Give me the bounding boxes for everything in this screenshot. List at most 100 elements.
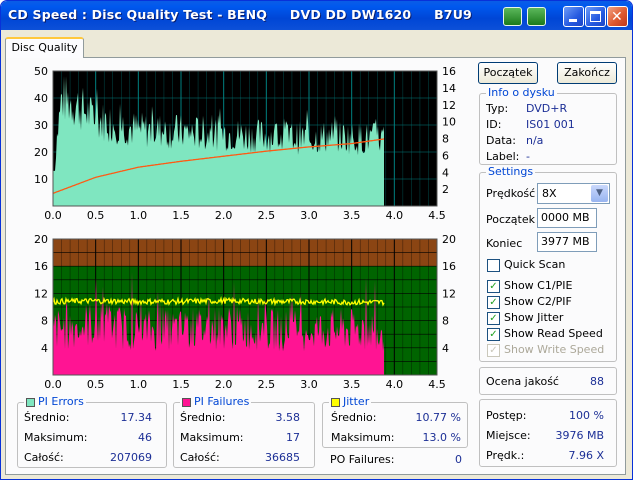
y-tick-label-right: 20 [442, 233, 456, 246]
pi-errors-max-label: Maksimum: [24, 431, 88, 444]
y-tick-label-left: 4 [41, 342, 48, 355]
close-button[interactable]: ✕ [607, 6, 628, 27]
start-mb-label: Początek [486, 213, 535, 226]
y-tick-label-left: 8 [41, 315, 48, 328]
y-tick-label-right: 12 [442, 99, 456, 112]
pi-failures-max-value: 17 [286, 431, 300, 444]
save-icon[interactable] [527, 7, 546, 26]
x-tick-label: 0.0 [44, 378, 62, 391]
disc-id-label: ID: [486, 118, 502, 131]
disc-id-value: IS01 001 [526, 118, 575, 131]
y-tick-label-left: 10 [34, 173, 48, 186]
end-mb-input[interactable]: 3977 MB [537, 232, 597, 252]
pi-failures-avg-value: 3.58 [275, 411, 301, 424]
x-tick-label: 3.0 [300, 378, 318, 391]
y-tick-label-left: 30 [34, 119, 48, 132]
title-bar[interactable]: CD Speed : Disc Quality Test - BENQ DVD … [1, 1, 632, 30]
pi-errors-group: PI Errors Średnio: 17.34 Maksimum: 46 Ca… [17, 395, 167, 468]
y-tick-label-right: 2 [442, 183, 449, 196]
end-mb-label: Koniec [486, 237, 523, 250]
x-tick-label: 1.5 [172, 209, 190, 222]
y-tick-label-right: 4 [442, 166, 449, 179]
progress-group: Postęp: 100 % Miejsce: 3976 MB Prędk.: 7… [479, 399, 617, 467]
disc-label-label: Label: [486, 150, 520, 163]
pi-errors-avg-label: Średnio: [24, 411, 70, 424]
settings-header: Settings [486, 165, 536, 179]
show-pie-checkbox[interactable]: ✓ [487, 280, 500, 293]
y-tick-label-right: 10 [442, 116, 456, 129]
show-pie-label[interactable]: Show C1/PIE [504, 279, 572, 292]
y-tick-label-right: 6 [442, 149, 449, 162]
disc-date-value: n/a [526, 134, 544, 147]
x-tick-label: 2.5 [258, 378, 276, 391]
po-failures-value: 0 [455, 453, 462, 466]
show-jitter-label[interactable]: Show Jitter [504, 311, 563, 324]
disc-label-value: - [526, 150, 530, 163]
pi-failures-chart: 0.0 0.5 1.0 1.5 2.0 2.5 3.0 3.5 4.0 4.5 4 8 12 16 20 4 8… [34, 233, 456, 391]
copy-icon[interactable] [503, 7, 522, 26]
speed-select-value: 8X [542, 187, 557, 200]
jitter-avg-label: Średnio: [331, 411, 377, 424]
po-failures-row: PO Failures: 0 [322, 451, 468, 469]
jitter-swatch [331, 398, 340, 407]
show-read-speed-checkbox[interactable]: ✓ [487, 328, 500, 341]
show-pif-checkbox[interactable]: ✓ [487, 296, 500, 309]
pi-errors-chart: 0.0 0.5 1.0 1.5 2.0 2.5 3.0 3.5 4.0 4.5 10 20 30 40 50… [34, 65, 456, 222]
finish-button[interactable]: Zakończ [557, 62, 617, 84]
quick-scan-checkbox[interactable] [487, 259, 500, 272]
pi-failures-swatch [182, 398, 191, 407]
position-value: 3976 MB [555, 429, 604, 442]
chevron-down-icon[interactable]: ▼ [591, 185, 608, 202]
y-tick-label-left: 50 [34, 65, 48, 78]
pi-errors-max-value: 46 [138, 431, 152, 444]
quality-score-value: 88 [590, 375, 604, 388]
speed-select[interactable]: 8X ▼ [537, 183, 610, 204]
y-tick-label-right: 8 [442, 133, 449, 146]
show-write-speed-checkbox: ✓ [487, 344, 500, 357]
start-mb-input[interactable]: 0000 MB [537, 208, 597, 228]
pi-failures-group: PI Failures Średnio: 3.58 Maksimum: 17 C… [173, 395, 315, 468]
disc-info-group: Info o dysku Typ: DVD+R ID: IS01 001 Dat… [479, 86, 617, 165]
window-title: CD Speed : Disc Quality Test - BENQ DVD … [8, 7, 472, 22]
show-pif-label[interactable]: Show C2/PIF [504, 295, 572, 308]
pi-errors-swatch [26, 398, 35, 407]
x-tick-label: 1.0 [130, 378, 148, 391]
pi-errors-avg-value: 17.34 [120, 411, 153, 424]
x-tick-label: 1.0 [130, 209, 148, 222]
y-tick-label-left: 40 [34, 92, 48, 105]
x-tick-label: 0.5 [87, 378, 105, 391]
x-tick-label: 4.0 [386, 378, 404, 391]
x-tick-label: 3.5 [343, 209, 361, 222]
position-label: Miejsce: [486, 429, 531, 442]
pi-errors-total-label: Całość: [24, 451, 64, 464]
jitter-max-value: 13.0 % [422, 431, 461, 444]
show-read-speed-label[interactable]: Show Read Speed [504, 327, 603, 340]
show-write-speed-label: Show Write Speed [504, 343, 605, 356]
y-tick-label-right: 14 [442, 82, 456, 95]
x-tick-label: 0.0 [44, 209, 62, 222]
x-tick-label: 4.0 [386, 209, 404, 222]
x-tick-label: 0.5 [87, 209, 105, 222]
start-button[interactable]: Początek [478, 62, 538, 84]
tab-disc-quality[interactable]: Disc Quality [5, 37, 84, 58]
x-tick-label: 2.5 [258, 209, 276, 222]
y-tick-label-left: 20 [34, 146, 48, 159]
speed-readout-value: 7.96 X [568, 449, 604, 462]
y-tick-label-right: 12 [442, 287, 456, 300]
y-tick-label-left: 16 [34, 260, 48, 273]
maximize-button[interactable] [585, 6, 606, 27]
x-tick-label: 3.5 [343, 378, 361, 391]
minimize-button[interactable] [563, 6, 584, 27]
y-tick-label-right: 16 [442, 65, 456, 78]
y-tick-label-left: 12 [34, 287, 48, 300]
x-tick-label: 4.5 [428, 209, 446, 222]
pi-failures-avg-label: Średnio: [180, 411, 226, 424]
disc-info-header: Info o dysku [486, 86, 557, 100]
x-tick-label: 2.0 [215, 209, 233, 222]
disc-type-label: Typ: [486, 102, 509, 115]
quick-scan-label[interactable]: Quick Scan [504, 258, 565, 271]
jitter-group: Jitter Średnio: 10.77 % Maksimum: 13.0 % [322, 395, 468, 448]
pi-failures-max-label: Maksimum: [180, 431, 244, 444]
app-window: CD Speed : Disc Quality Test - BENQ DVD … [0, 0, 633, 480]
show-jitter-checkbox[interactable]: ✓ [487, 312, 500, 325]
